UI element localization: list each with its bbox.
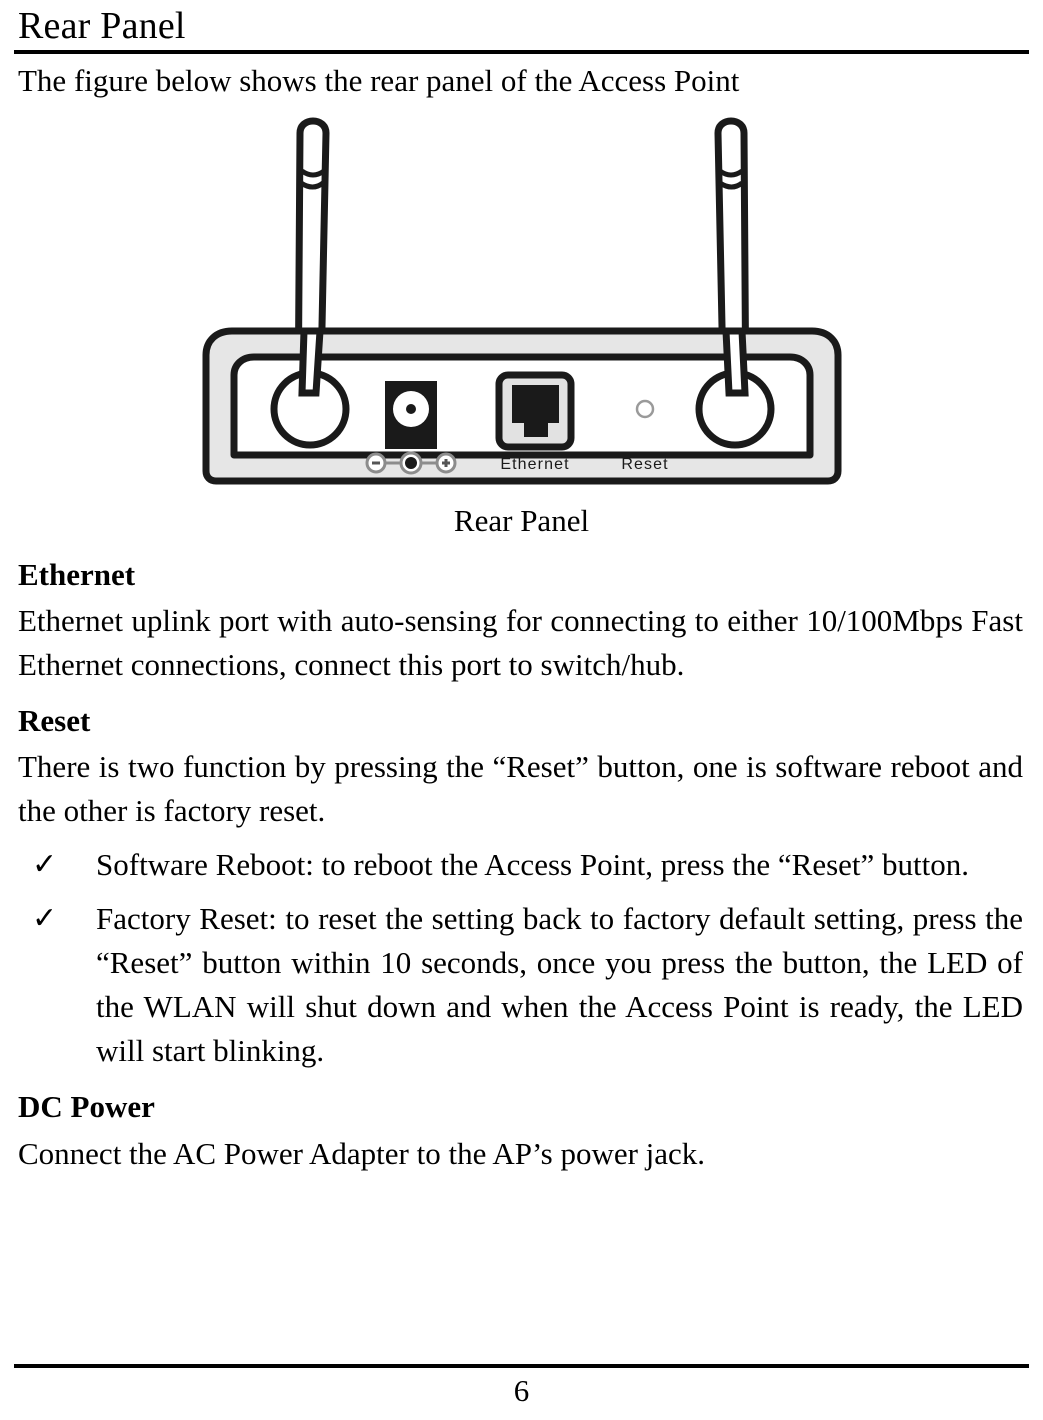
page-title: Rear Panel: [18, 5, 186, 47]
reset-pinhole-icon: [635, 399, 654, 419]
rear-panel-illustration: Ethernet Reset: [202, 117, 841, 485]
list-item: ✓ Factory Reset: to reset the setting ba…: [18, 897, 1029, 1073]
left-antenna-shaft: [297, 327, 324, 397]
rear-panel-figure: Ethernet Reset Rear Panel: [14, 103, 1029, 541]
ethernet-port-label: Ethernet: [500, 456, 569, 473]
section-heading-ethernet: Ethernet: [18, 557, 136, 592]
dc-polarity-indicator-icon: [365, 451, 456, 475]
page-number: 6: [513, 1373, 530, 1408]
section-heading-dc-power: DC Power: [18, 1089, 155, 1124]
section-body-reset: There is two function by pressing the “R…: [18, 749, 1023, 828]
intro-paragraph: The figure below shows the rear panel of…: [18, 63, 740, 98]
ethernet-rj45-port-icon: [495, 371, 574, 451]
reset-port-label: Reset: [621, 456, 668, 473]
list-item-text: Software Reboot: to reboot the Access Po…: [96, 847, 969, 882]
header-divider: [14, 50, 1029, 54]
dc-power-jack-icon: [384, 381, 437, 449]
checkmark-icon: ✓: [32, 901, 58, 936]
right-antenna-shaft: [721, 327, 749, 397]
list-item: ✓ Software Reboot: to reboot the Access …: [18, 843, 1029, 887]
section-heading-reset: Reset: [18, 703, 91, 738]
document-page: Rear Panel The figure below shows the re…: [0, 0, 1043, 1420]
checkmark-icon: ✓: [32, 847, 58, 882]
section-body-dc-power: Connect the AC Power Adapter to the AP’s…: [18, 1136, 706, 1171]
list-item-text: Factory Reset: to reset the setting back…: [96, 901, 1023, 1068]
page-footer: 6: [14, 1364, 1029, 1412]
figure-caption: Rear Panel: [453, 503, 590, 538]
section-body-ethernet: Ethernet uplink port with auto-sensing f…: [18, 603, 1023, 682]
